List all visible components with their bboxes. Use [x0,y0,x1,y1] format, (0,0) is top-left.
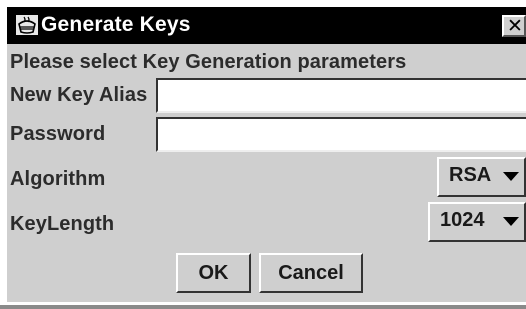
ok-button[interactable]: OK [176,253,251,293]
alias-input[interactable] [156,78,526,113]
instruction-text: Please select Key Generation parameters [10,51,407,73]
cancel-button[interactable]: Cancel [259,253,363,293]
keylength-label: KeyLength [10,213,115,235]
keylength-value: 1024 [440,209,485,231]
window-border [0,305,526,309]
algorithm-value: RSA [449,164,492,186]
generate-keys-dialog: Generate Keys ✕ Please select Key Genera… [0,0,526,309]
algorithm-label: Algorithm [10,168,106,190]
close-button[interactable]: ✕ [502,15,526,37]
chevron-down-icon [503,172,519,181]
password-label: Password [10,123,106,145]
close-icon: ✕ [507,15,523,37]
keylength-select[interactable]: 1024 [428,202,526,242]
app-cup-icon [16,15,38,35]
window-title: Generate Keys [41,13,191,36]
password-input[interactable] [156,117,526,152]
algorithm-select[interactable]: RSA [437,157,526,197]
alias-label: New Key Alias [10,84,148,106]
chevron-down-icon [503,217,519,226]
title-bar[interactable]: Generate Keys ✕ [7,7,526,44]
